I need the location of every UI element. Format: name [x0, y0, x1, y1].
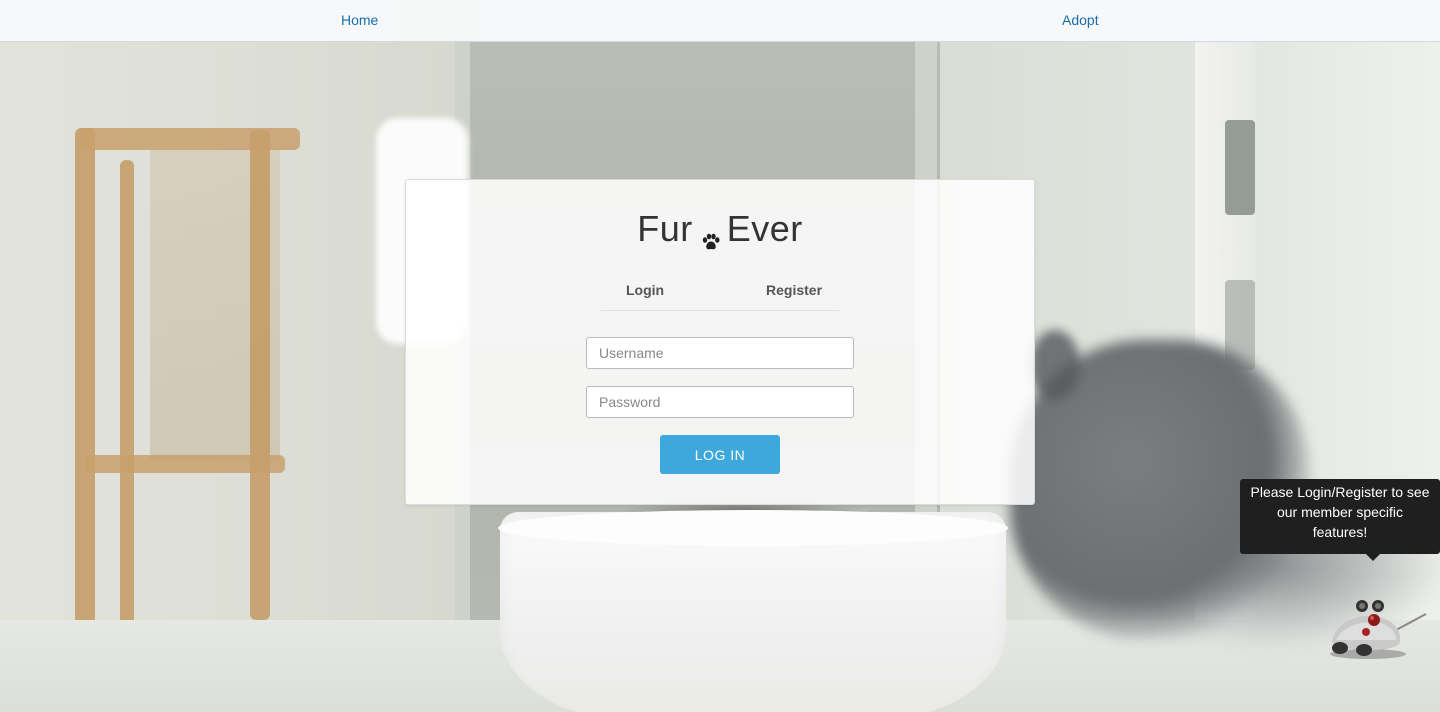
username-input[interactable]: [586, 337, 854, 369]
brand-right-text: Ever: [726, 208, 803, 249]
login-button[interactable]: LOG IN: [660, 435, 780, 474]
auth-tabs: Login Register: [601, 280, 839, 311]
login-card: Fur Ever Login Register LOG IN: [405, 179, 1035, 505]
tab-login[interactable]: Login: [626, 282, 664, 298]
password-input[interactable]: [586, 386, 854, 418]
paw-icon: [701, 219, 721, 250]
brand-left-text: Fur: [637, 208, 693, 249]
brand-title: Fur Ever: [406, 208, 1034, 250]
nav-home-link[interactable]: Home: [341, 12, 378, 28]
top-navbar: Home Adopt: [0, 0, 1440, 42]
tooltip-text: Please Login/Register to see our member …: [1250, 484, 1430, 540]
tooltip-arrow: [1366, 554, 1380, 561]
mouse-robot-icon[interactable]: [1326, 598, 1430, 662]
member-features-tooltip: Please Login/Register to see our member …: [1240, 479, 1440, 561]
tab-register[interactable]: Register: [766, 282, 822, 298]
nav-adopt-link[interactable]: Adopt: [1062, 12, 1099, 28]
